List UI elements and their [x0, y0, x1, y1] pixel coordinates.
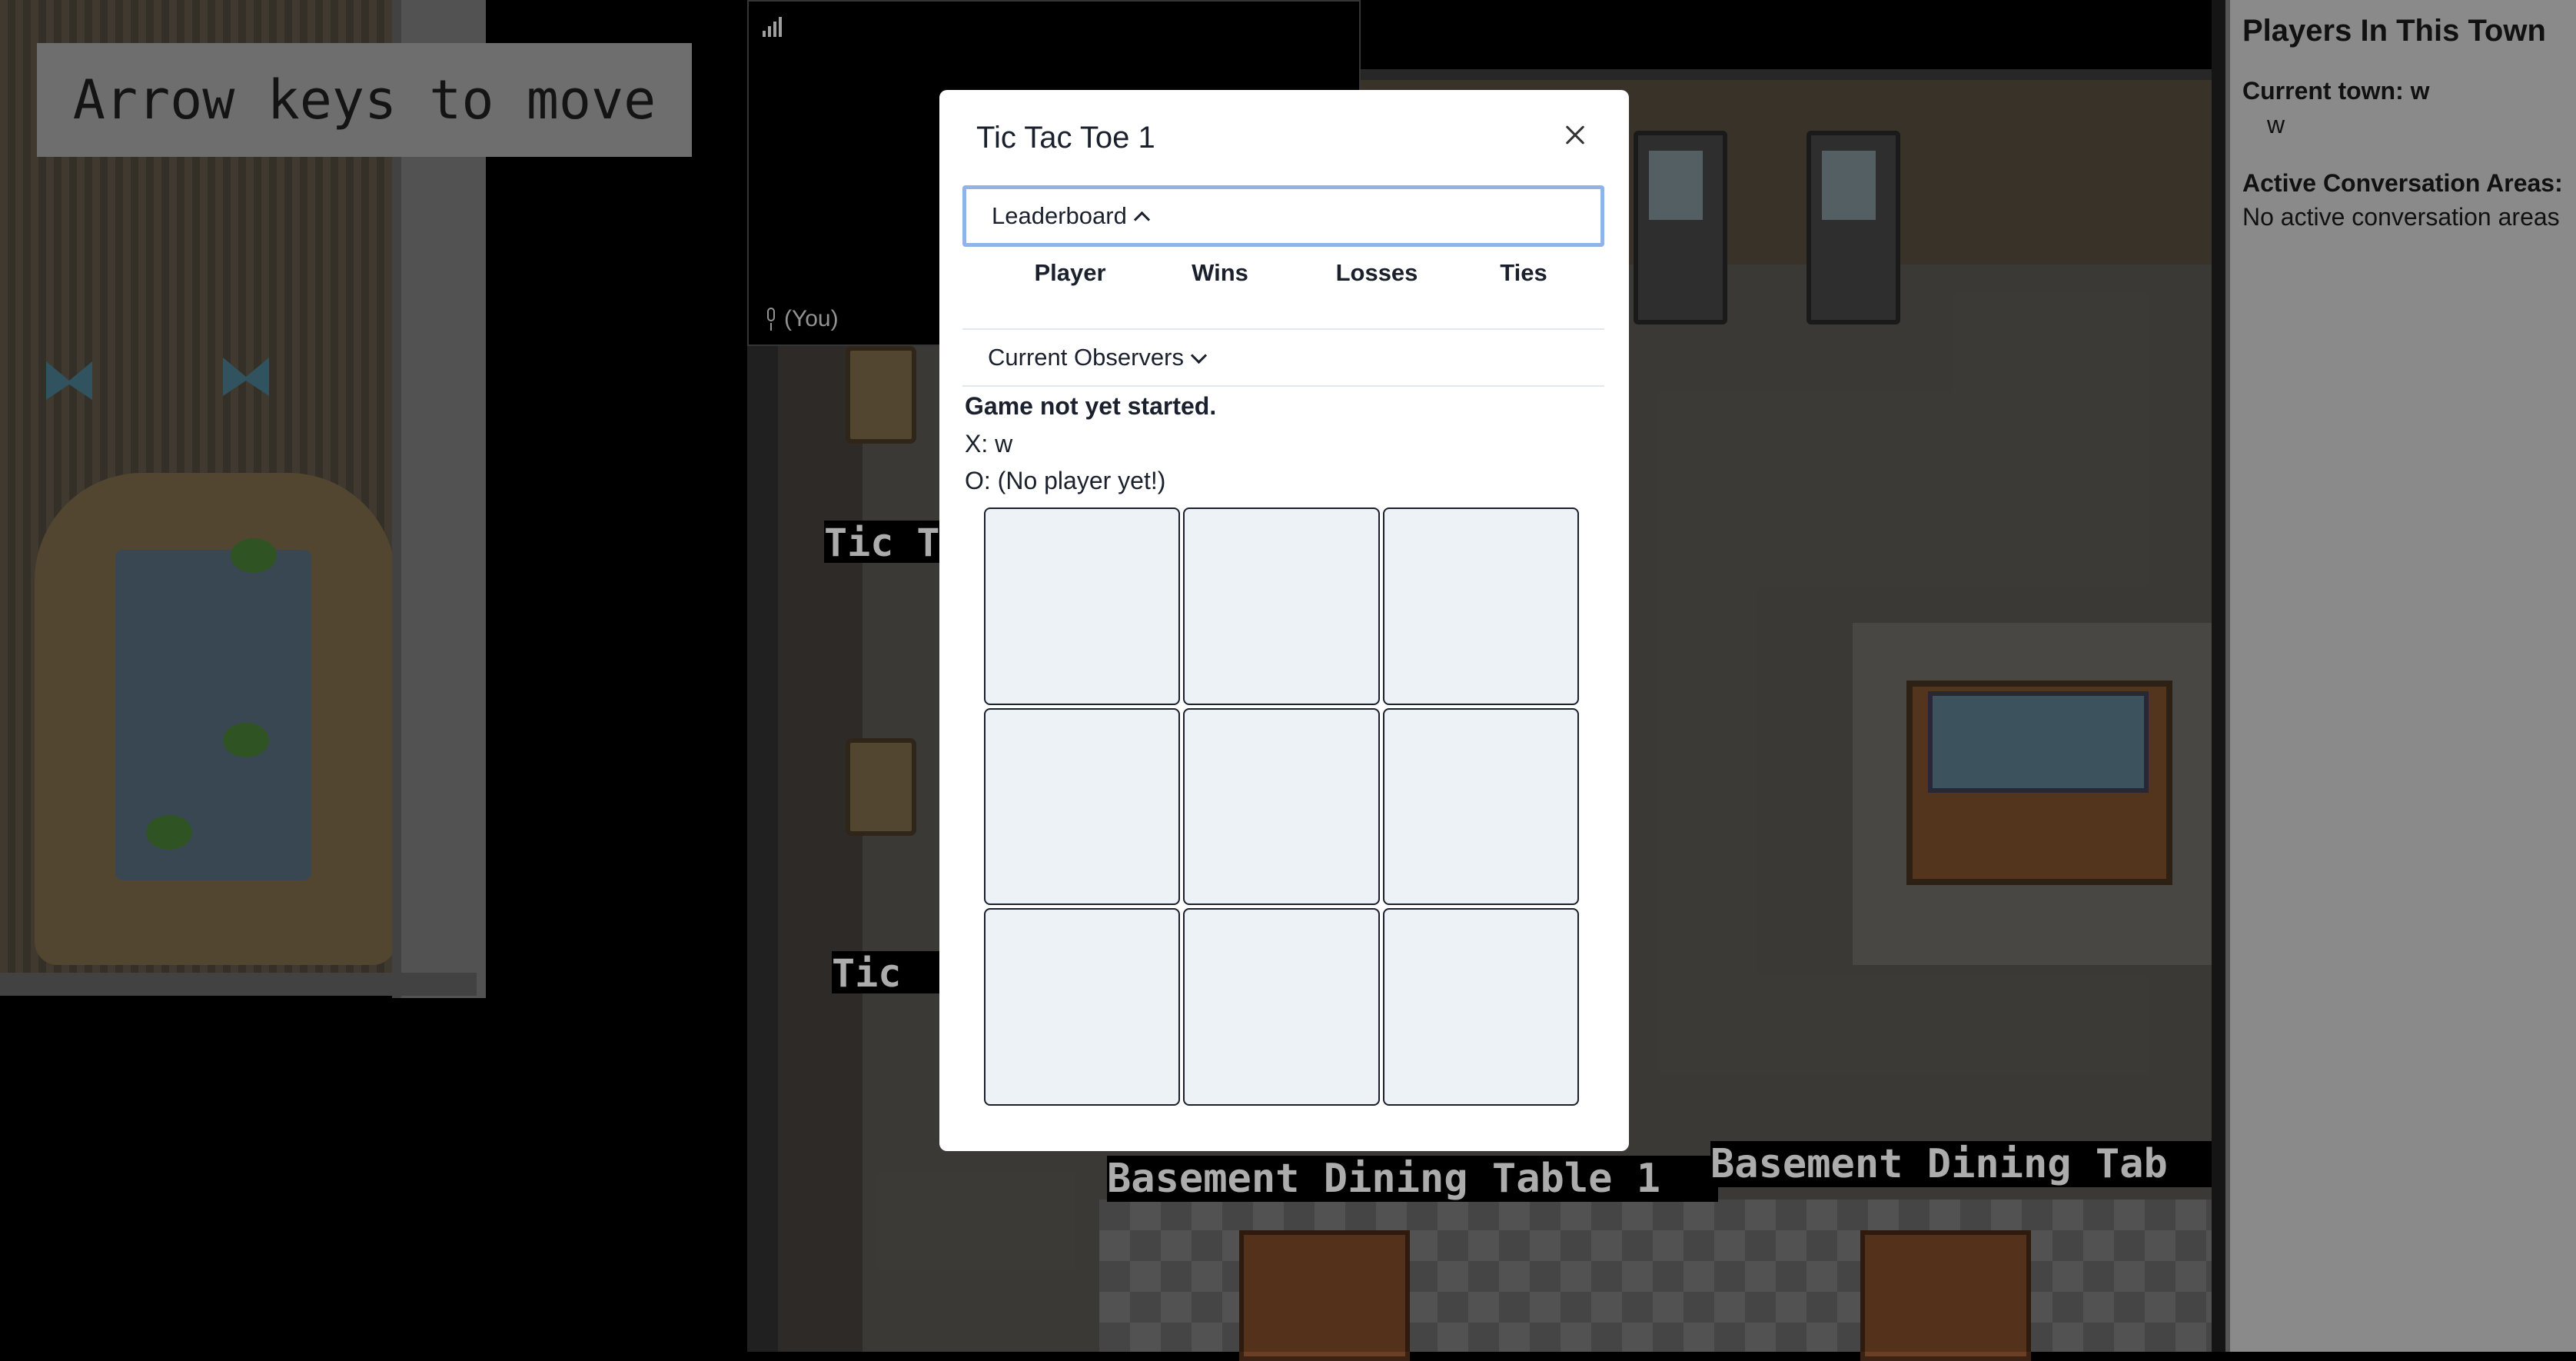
- chevron-down-icon: [1190, 347, 1208, 364]
- column-header-wins: Wins: [1192, 259, 1248, 286]
- column-header-player: Player: [1034, 259, 1106, 286]
- close-button[interactable]: [1552, 111, 1598, 158]
- observers-label: Current Observers: [988, 344, 1184, 371]
- chevron-up-icon: [1133, 211, 1150, 228]
- conversation-areas-empty: No active conversation areas: [2242, 203, 2560, 231]
- town-sidebar: Players In This Town Current town: w w A…: [2225, 0, 2576, 1352]
- leaderboard-toggle[interactable]: Leaderboard: [962, 185, 1604, 247]
- player-list-item[interactable]: w: [2267, 111, 2285, 139]
- board-cell[interactable]: [1183, 707, 1380, 906]
- board-cell[interactable]: [1183, 908, 1380, 1106]
- conversation-areas-heading: Active Conversation Areas:: [2242, 169, 2563, 197]
- board-cell[interactable]: [1382, 908, 1579, 1106]
- board-cell[interactable]: [1382, 707, 1579, 906]
- game-status: Game not yet started.: [965, 392, 1217, 420]
- column-header-ties: Ties: [1500, 259, 1547, 286]
- current-town: Current town: w: [2242, 77, 2430, 105]
- player-x: X: w: [965, 430, 1013, 458]
- board-cell[interactable]: [984, 707, 1181, 906]
- sidebar-title: Players In This Town: [2242, 14, 2546, 48]
- leaderboard-label: Leaderboard: [992, 202, 1127, 229]
- game-board: [984, 507, 1579, 1106]
- leaderboard-table-header: Player Wins Losses Ties: [939, 259, 1629, 298]
- game-modal: Tic Tac Toe 1 Leaderboard Player Wins Lo…: [939, 90, 1629, 1151]
- observers-toggle[interactable]: Current Observers: [962, 328, 1604, 387]
- board-cell[interactable]: [984, 507, 1181, 705]
- modal-title: Tic Tac Toe 1: [976, 121, 1155, 155]
- player-o: O: (No player yet!): [965, 467, 1166, 494]
- board-cell[interactable]: [1183, 507, 1380, 705]
- column-header-losses: Losses: [1335, 259, 1418, 286]
- board-cell[interactable]: [1382, 507, 1579, 705]
- board-cell[interactable]: [984, 908, 1181, 1106]
